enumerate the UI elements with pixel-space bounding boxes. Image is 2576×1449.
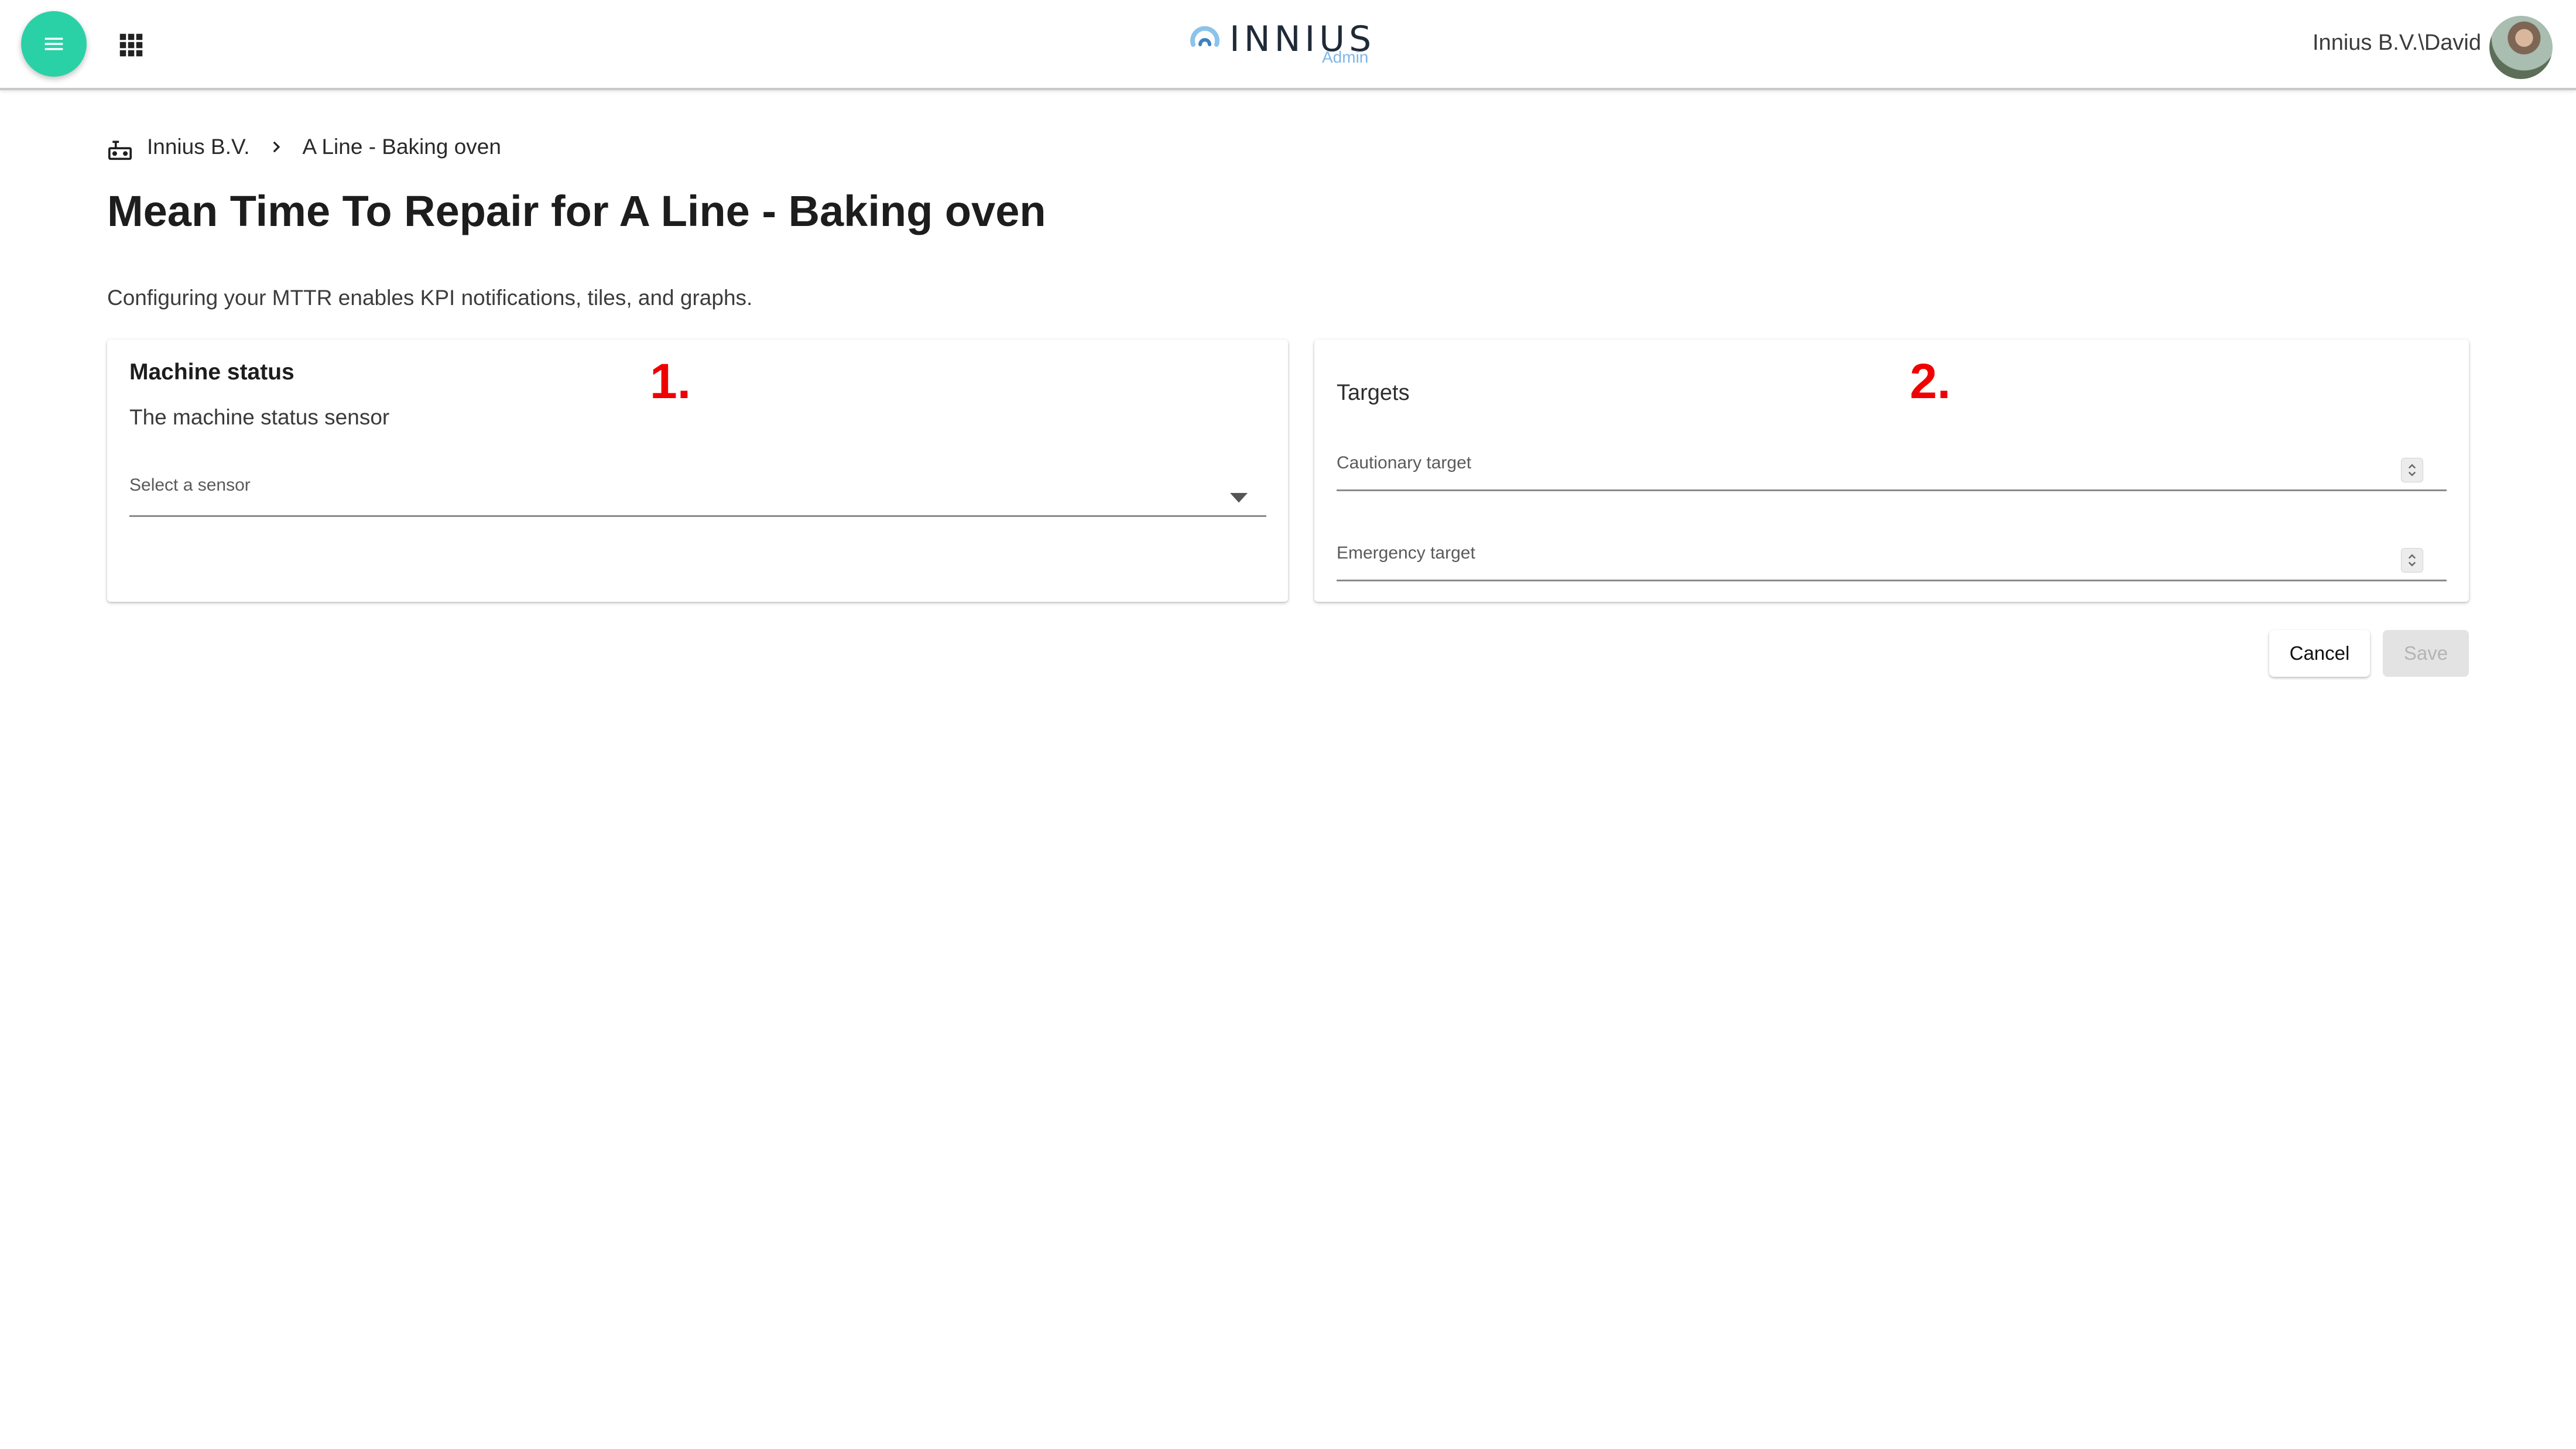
cautionary-target-spinner[interactable]: [2401, 458, 2423, 482]
logo-subtitle: Admin: [1322, 48, 1369, 66]
page-title: Mean Time To Repair for A Line - Baking …: [107, 187, 1046, 235]
cautionary-target-field: Cautionary target: [1337, 453, 2447, 491]
innius-logo: INNIUS Admin: [1186, 18, 1385, 70]
breadcrumb-item-company[interactable]: Innius B.V.: [147, 135, 250, 159]
breadcrumb-item-machine[interactable]: A Line - Baking oven: [303, 135, 501, 159]
emergency-target-spinner[interactable]: [2401, 548, 2423, 573]
innius-logo-mark-icon: [1190, 26, 1220, 47]
machine-status-heading: Machine status: [129, 359, 294, 385]
user-account-name[interactable]: Innius B.V.\David: [2313, 30, 2481, 56]
annotation-marker-1: 1.: [650, 354, 691, 409]
menu-button[interactable]: [21, 11, 87, 77]
emergency-target-field: Emergency target: [1337, 543, 2447, 581]
dropdown-arrow-icon: [1230, 493, 1248, 503]
avatar[interactable]: [2489, 16, 2553, 79]
machine-status-subtitle: The machine status sensor: [129, 405, 390, 429]
top-app-bar: INNIUS Admin Innius B.V.\David: [0, 0, 2576, 90]
page-description: Configuring your MTTR enables KPI notifi…: [107, 286, 753, 310]
chevron-right-icon: [273, 141, 280, 153]
sensor-select-label: Select a sensor: [129, 475, 251, 495]
targets-heading: Targets: [1337, 381, 1410, 405]
emergency-target-input[interactable]: [1337, 543, 2404, 578]
annotation-marker-2: 2.: [1910, 354, 1951, 409]
machine-status-card: Machine status The machine status sensor…: [107, 340, 1288, 602]
sensor-select[interactable]: Select a sensor: [129, 475, 1266, 517]
spinner-arrows-icon: [2408, 554, 2416, 567]
machine-icon: [108, 141, 132, 160]
spinner-arrows-icon: [2408, 464, 2416, 477]
apps-grid-icon[interactable]: [119, 33, 143, 57]
targets-card: Targets Cautionary target Emergency targ…: [1314, 340, 2469, 602]
save-button[interactable]: Save: [2383, 630, 2469, 677]
cautionary-target-input[interactable]: [1337, 453, 2404, 488]
breadcrumb: Innius B.V. A Line - Baking oven: [107, 132, 501, 162]
cancel-button[interactable]: Cancel: [2269, 630, 2370, 677]
hamburger-menu-icon: [44, 37, 63, 50]
